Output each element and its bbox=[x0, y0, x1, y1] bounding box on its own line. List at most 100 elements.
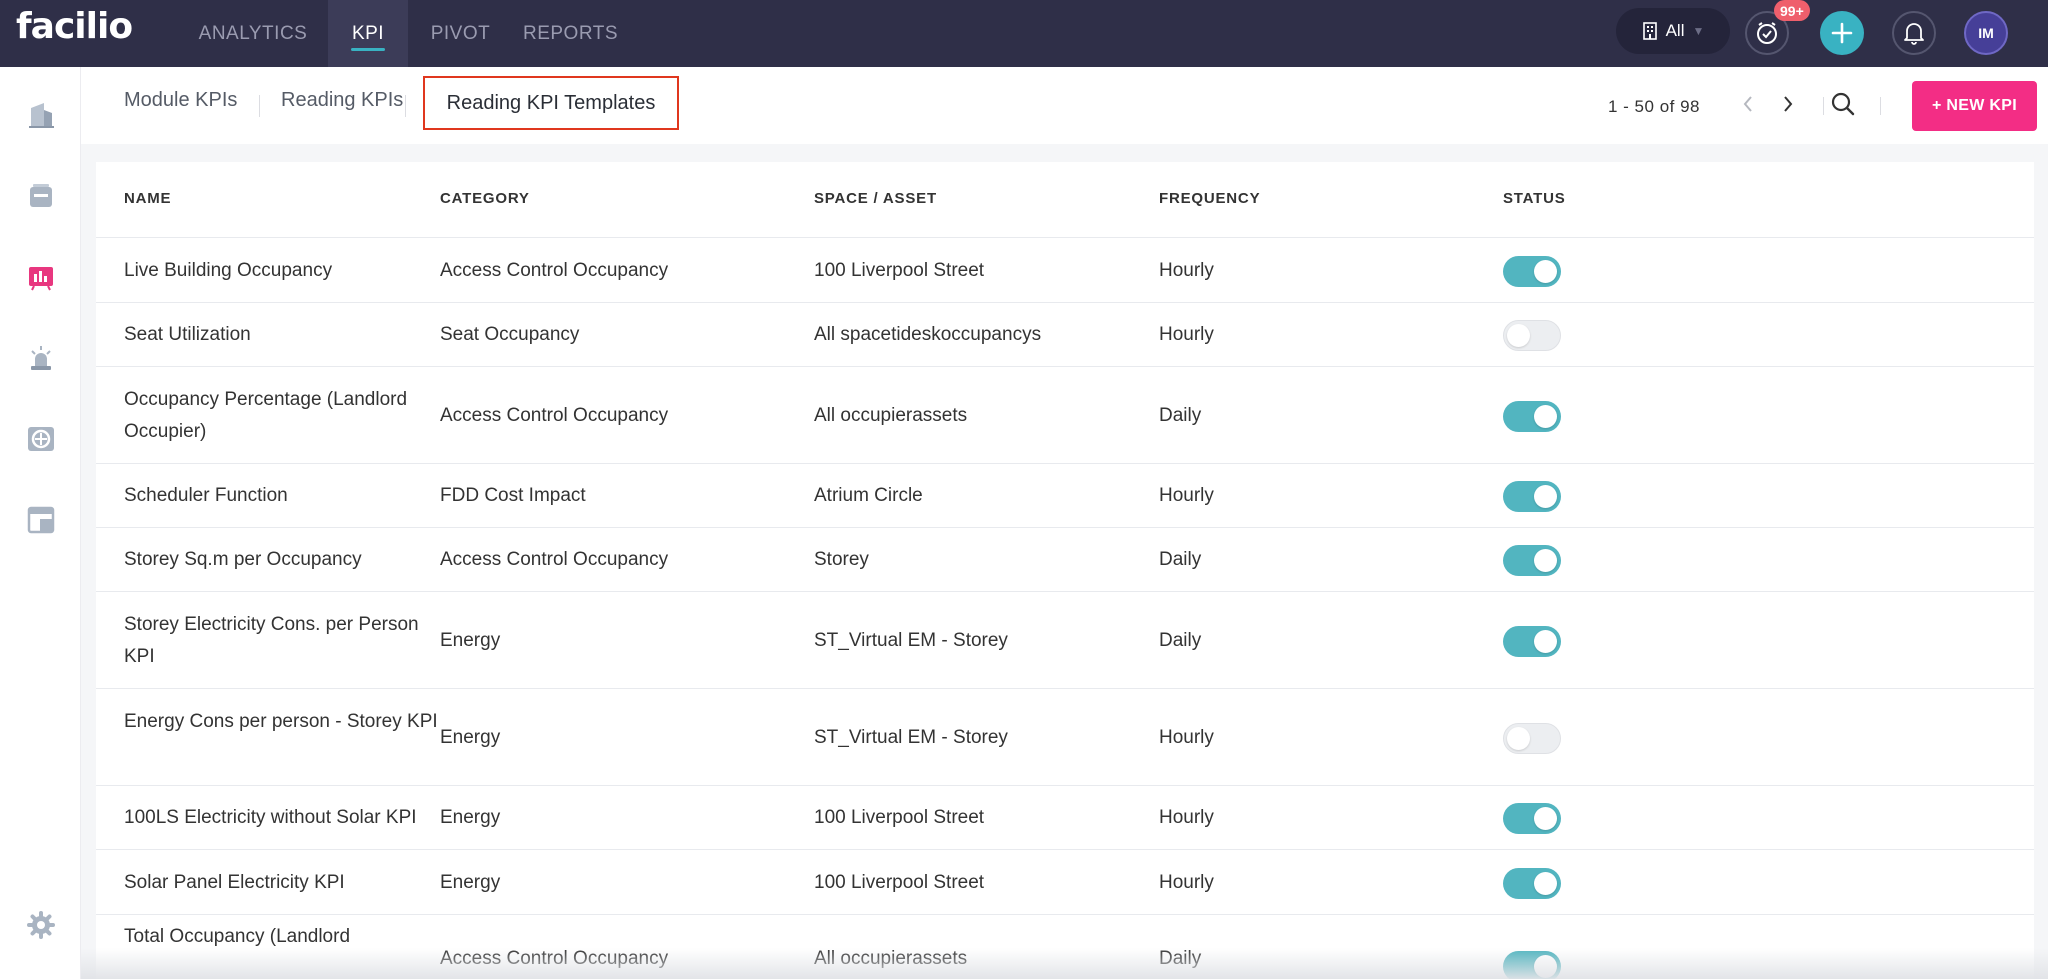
kpi-frequency: Hourly bbox=[1159, 485, 1214, 506]
user-avatar[interactable]: IM bbox=[1964, 11, 2008, 55]
toggle-knob bbox=[1534, 260, 1557, 283]
settings-icon[interactable] bbox=[22, 906, 60, 944]
tab-reading-kpi-templates[interactable]: Reading KPI Templates bbox=[423, 76, 679, 130]
column-header-name[interactable]: NAME bbox=[124, 190, 171, 207]
workspace-icon[interactable] bbox=[22, 501, 60, 539]
column-header-status: STATUS bbox=[1503, 190, 1566, 207]
kpi-frequency: Hourly bbox=[1159, 727, 1214, 748]
building-icon bbox=[1642, 22, 1657, 40]
table-row[interactable]: Storey Electricity Cons. per Person KPI E… bbox=[96, 592, 2034, 689]
table-row[interactable]: Seat Utilization Seat Occupancy All spacet… bbox=[96, 303, 2034, 367]
kpi-space-asset: Storey bbox=[814, 549, 869, 570]
status-toggle[interactable] bbox=[1503, 803, 1561, 834]
kpi-frequency: Hourly bbox=[1159, 260, 1214, 281]
kpi-subheader: Module KPIs Reading KPIs Reading KPI Tem… bbox=[81, 67, 2048, 144]
kpi-name[interactable]: Occupancy Percentage (Landlord Occupier) bbox=[124, 384, 444, 448]
chevron-right-icon bbox=[1784, 96, 1793, 112]
plus-icon bbox=[1831, 22, 1853, 44]
status-toggle[interactable] bbox=[1503, 723, 1561, 754]
notifications-button[interactable] bbox=[1892, 11, 1936, 55]
dashboard-icon[interactable] bbox=[22, 258, 60, 296]
nav-tab-reports[interactable]: REPORTS bbox=[513, 0, 628, 67]
search-button[interactable] bbox=[1830, 91, 1856, 117]
asset-icon[interactable] bbox=[22, 420, 60, 458]
toggle-knob bbox=[1534, 405, 1557, 428]
kpi-name[interactable]: Seat Utilization bbox=[124, 319, 444, 351]
column-header-space-asset[interactable]: SPACE / ASSET bbox=[814, 190, 937, 207]
nav-tab-analytics[interactable]: ANALYTICS bbox=[178, 0, 328, 67]
kpi-space-asset: All occupierassets bbox=[814, 405, 968, 426]
table-row[interactable]: Occupancy Percentage (Landlord Occupier)… bbox=[96, 367, 2034, 464]
toggle-knob bbox=[1507, 727, 1530, 750]
tab-reading-kpis[interactable]: Reading KPIs bbox=[281, 89, 403, 112]
pagination-text: 1 - 50 of 98 bbox=[1608, 97, 1701, 116]
tab-divider bbox=[405, 95, 406, 117]
kpi-category: Energy bbox=[440, 630, 501, 651]
kpi-frequency: Hourly bbox=[1159, 324, 1214, 345]
kpi-category: Access Control Occupancy bbox=[440, 405, 669, 426]
kpi-space-asset: All spacetideskoccupancys bbox=[814, 324, 1042, 345]
inbox-icon[interactable] bbox=[22, 177, 60, 215]
column-header-frequency[interactable]: FREQUENCY bbox=[1159, 190, 1260, 207]
kpi-space-asset: Atrium Circle bbox=[814, 485, 923, 506]
kpi-frequency: Daily bbox=[1159, 405, 1202, 426]
kpi-name[interactable]: Storey Electricity Cons. per Person KPI bbox=[124, 609, 444, 673]
tab-module-kpis[interactable]: Module KPIs bbox=[124, 89, 237, 112]
toggle-knob bbox=[1507, 324, 1530, 347]
kpi-name[interactable]: 100LS Electricity without Solar KPI bbox=[124, 802, 444, 834]
kpi-category: Seat Occupancy bbox=[440, 324, 580, 345]
table-row[interactable]: Solar Panel Electricity KPI Energy 100 Liv… bbox=[96, 850, 2034, 915]
kpi-frequency: Hourly bbox=[1159, 872, 1214, 893]
table-row[interactable]: Live Building Occupancy Access Control Oc… bbox=[96, 238, 2034, 303]
kpi-category: Energy bbox=[440, 807, 501, 828]
status-toggle[interactable] bbox=[1503, 545, 1561, 576]
kpi-frequency: Hourly bbox=[1159, 807, 1214, 828]
notification-count-badge: 99+ bbox=[1774, 0, 1810, 21]
status-toggle[interactable] bbox=[1503, 256, 1561, 287]
table-row[interactable]: Scheduler Function FDD Cost Impact Atrium … bbox=[96, 464, 2034, 528]
alarm-icon[interactable] bbox=[22, 339, 60, 377]
status-toggle[interactable] bbox=[1503, 481, 1561, 512]
quick-add-button[interactable] bbox=[1820, 11, 1864, 55]
scroll-fade bbox=[81, 948, 2048, 979]
status-toggle[interactable] bbox=[1503, 320, 1561, 351]
kpi-category: Access Control Occupancy bbox=[440, 549, 669, 570]
kpi-category: Energy bbox=[440, 727, 501, 748]
kpi-name[interactable]: Storey Sq.m per Occupancy bbox=[124, 544, 444, 576]
left-sidebar bbox=[0, 67, 81, 979]
status-toggle[interactable] bbox=[1503, 626, 1561, 657]
site-selector[interactable]: All ▼ bbox=[1616, 8, 1730, 54]
toggle-knob bbox=[1534, 872, 1557, 895]
new-kpi-button[interactable]: + NEW KPI bbox=[1912, 81, 2037, 131]
facilio-logo[interactable]: facilio bbox=[16, 6, 133, 47]
toggle-knob bbox=[1534, 630, 1557, 653]
kpi-name[interactable]: Scheduler Function bbox=[124, 480, 444, 512]
kpi-frequency: Daily bbox=[1159, 630, 1202, 651]
kpi-name[interactable]: Energy Cons per person - Storey KPI bbox=[124, 706, 444, 738]
search-divider bbox=[1880, 97, 1881, 115]
toggle-knob bbox=[1534, 807, 1557, 830]
table-row[interactable]: Storey Sq.m per Occupancy Access Control … bbox=[96, 528, 2034, 592]
site-selector-label: All bbox=[1665, 21, 1685, 40]
kpi-space-asset: 100 Liverpool Street bbox=[814, 872, 985, 893]
nav-tab-pivot[interactable]: PIVOT bbox=[408, 0, 513, 67]
clock-check-icon bbox=[1757, 22, 1777, 44]
building-icon[interactable] bbox=[22, 96, 60, 134]
next-page-button[interactable] bbox=[1778, 91, 1798, 117]
column-header-category[interactable]: CATEGORY bbox=[440, 190, 530, 207]
kpi-category: FDD Cost Impact bbox=[440, 485, 586, 506]
top-nav: ANALYTICS KPI PIVOT REPORTS bbox=[178, 0, 628, 67]
pager-divider bbox=[1823, 97, 1824, 115]
table-row[interactable]: 100LS Electricity without Solar KPI Energ… bbox=[96, 786, 2034, 850]
nav-tab-kpi[interactable]: KPI bbox=[328, 0, 408, 67]
kpi-name[interactable]: Live Building Occupancy bbox=[124, 255, 444, 287]
toggle-knob bbox=[1534, 485, 1557, 508]
table-row[interactable]: Energy Cons per person - Storey KPI Energ… bbox=[96, 689, 2034, 786]
kpi-space-asset: 100 Liverpool Street bbox=[814, 807, 985, 828]
kpi-space-asset: 100 Liverpool Street bbox=[814, 260, 985, 281]
status-toggle[interactable] bbox=[1503, 401, 1561, 432]
top-bar: facilio ANALYTICS KPI PIVOT REPORTS All … bbox=[0, 0, 2048, 67]
kpi-name[interactable]: Solar Panel Electricity KPI bbox=[124, 867, 444, 899]
status-toggle[interactable] bbox=[1503, 868, 1561, 899]
previous-page-button[interactable] bbox=[1738, 91, 1758, 117]
